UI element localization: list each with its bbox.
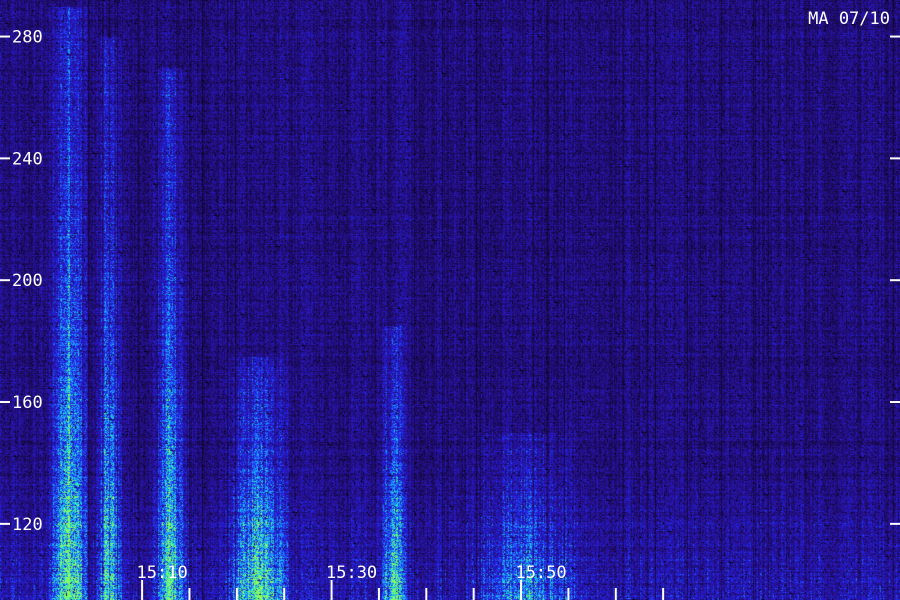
y-tick-label: 200	[12, 271, 43, 291]
y-tick-label: 160	[12, 393, 43, 413]
x-tick-label: 15:30	[326, 563, 377, 583]
y-tick-label: 280	[12, 28, 43, 48]
y-tick-label: 120	[12, 515, 43, 535]
chart-title: MA 07/10	[808, 9, 890, 29]
x-tick-label: 15:50	[515, 563, 566, 583]
y-tick-label: 240	[12, 149, 43, 169]
spectrogram-plot: 120 160 200 240 280 15:10 15:30 15:50 MA 07/10	[0, 0, 900, 600]
spectrogram-heatmap	[0, 0, 900, 600]
x-tick-label: 15:10	[137, 563, 188, 583]
